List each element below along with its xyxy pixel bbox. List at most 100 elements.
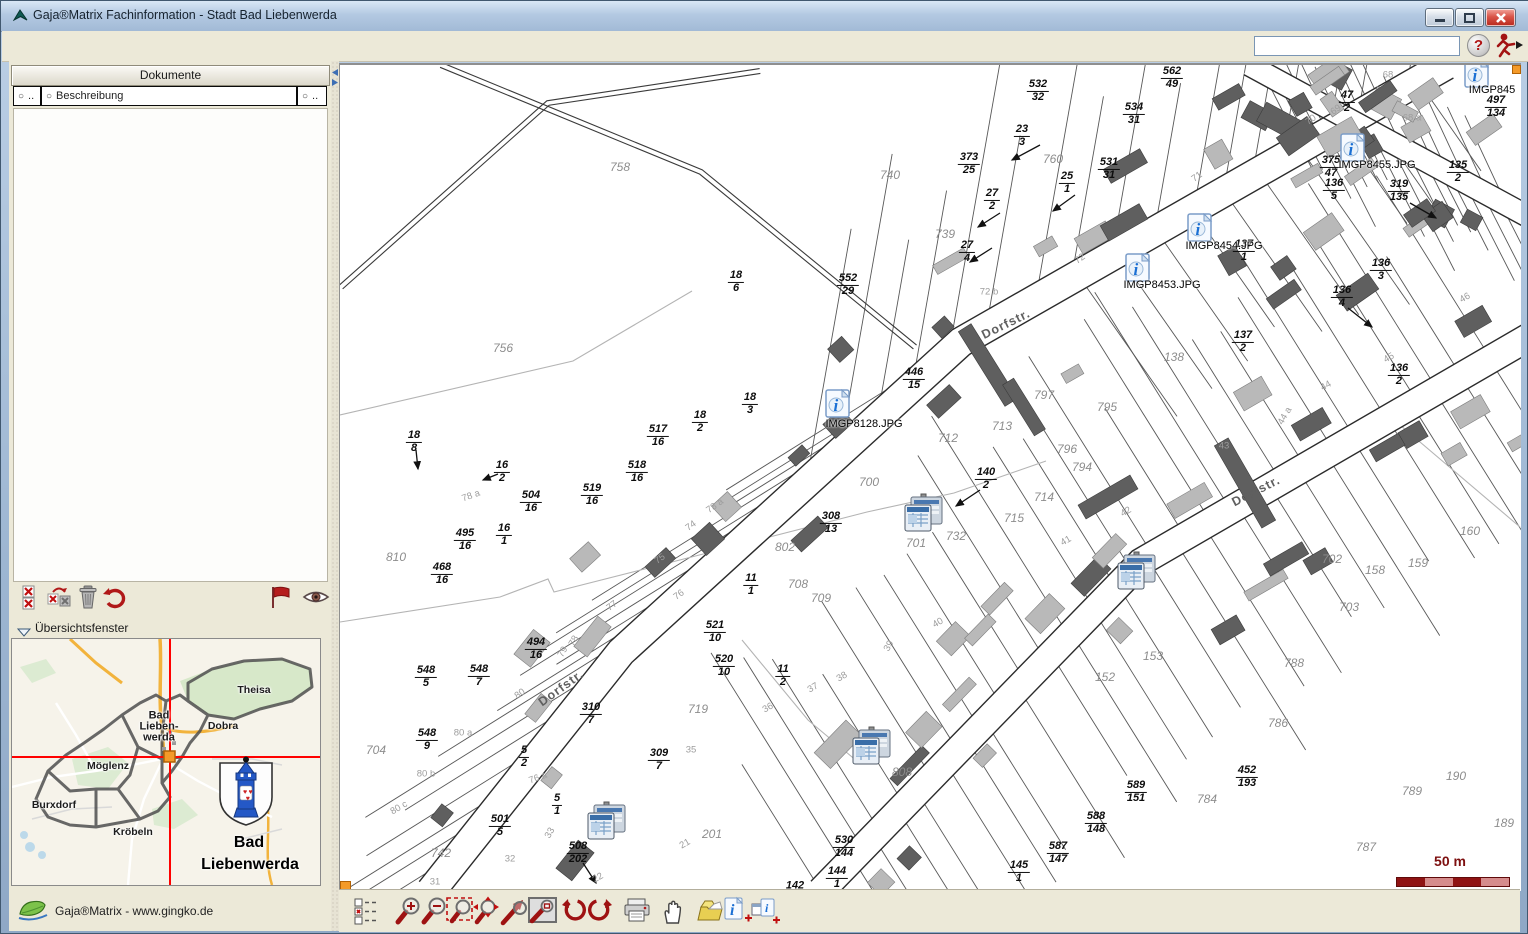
parcel-number-label: 709 bbox=[811, 591, 831, 605]
flag-button[interactable] bbox=[267, 584, 293, 610]
map-canvas[interactable]: 5323256249534312334724971343732553131251… bbox=[339, 63, 1521, 891]
toggle-marked-button[interactable] bbox=[45, 584, 71, 610]
flag-icon bbox=[267, 598, 293, 613]
parcel-number-label: 708 bbox=[788, 577, 808, 591]
parcel-number-label: 758 bbox=[610, 160, 630, 174]
parcel-number-label: 700 bbox=[859, 475, 879, 489]
building-number-label: 68 a bbox=[1403, 113, 1422, 124]
parcel-fraction-label: 53131 bbox=[1098, 157, 1120, 181]
parcel-number-label: 138 bbox=[1164, 350, 1184, 364]
overview-collapse-toggle-icon[interactable] bbox=[17, 625, 31, 636]
scalebar bbox=[1396, 877, 1510, 887]
parcel-number-label: 802 bbox=[775, 540, 795, 554]
overview-map[interactable]: ♥ ♥ ♥ TheisaBad Lieben- werdaDobraMöglen… bbox=[11, 638, 321, 886]
parcel-number-label: 742 bbox=[431, 846, 451, 860]
documents-column-col2[interactable]: ○.. bbox=[297, 86, 327, 106]
photo-filename-label: IMGP8455.JPG bbox=[1338, 159, 1415, 171]
building-number-label: 76 a bbox=[527, 770, 548, 787]
zoom-full-button[interactable] bbox=[527, 896, 557, 926]
parcel-number-label: 797 bbox=[1034, 388, 1054, 402]
photo-filename-label: IMGP8453.JPG bbox=[1123, 279, 1200, 291]
parcel-fraction-label: 49516 bbox=[454, 528, 476, 552]
titlebar[interactable]: Gaja®Matrix Fachinformation - Stadt Bad … bbox=[1, 1, 1528, 32]
parcel-fraction-label: 588148 bbox=[1085, 811, 1107, 835]
scalebar-label: 50 m bbox=[1434, 853, 1466, 869]
parcel-fraction-label: 274 bbox=[959, 240, 975, 264]
parcel-fraction-label: 1372 bbox=[1232, 330, 1254, 354]
parcel-fraction-label: 530144 bbox=[833, 835, 855, 859]
parcel-fraction-label: 272 bbox=[984, 188, 1000, 212]
status-text: Gaja®Matrix - www.gingko.de bbox=[55, 904, 213, 918]
documents-column-beschreibung[interactable]: ○ Beschreibung bbox=[41, 86, 297, 106]
parcel-number-label: 795 bbox=[1097, 400, 1117, 414]
parcel-number-label: 712 bbox=[938, 431, 958, 445]
building-number-label: 42 bbox=[1119, 505, 1134, 520]
zoom-full-icon bbox=[527, 914, 559, 929]
coat-of-arms-text-2: Liebenwerda bbox=[201, 856, 299, 874]
building-number-label: 78 bbox=[567, 634, 582, 649]
search-input[interactable] bbox=[1254, 36, 1460, 56]
document-card-icon[interactable] bbox=[1115, 551, 1159, 596]
splitter-collapse-icon[interactable] bbox=[331, 64, 339, 73]
parcel-fraction-label: 51816 bbox=[626, 460, 648, 484]
parcel-fraction-label: 52010 bbox=[713, 654, 735, 678]
view-button[interactable] bbox=[301, 584, 327, 610]
svg-text:i: i bbox=[1349, 140, 1354, 159]
parcel-fraction-label: 53232 bbox=[1027, 79, 1049, 103]
splitter-expand-icon[interactable] bbox=[331, 74, 339, 83]
delete-marked-button[interactable] bbox=[19, 584, 45, 610]
zoom-dynamic-button[interactable] bbox=[471, 896, 501, 926]
pan-button[interactable] bbox=[657, 896, 687, 926]
swap-x-icon bbox=[45, 598, 73, 613]
parcel-number-label: 160 bbox=[1460, 524, 1480, 538]
map-corner-marker-topright bbox=[1512, 65, 1521, 74]
documents-column-label: Beschreibung bbox=[56, 90, 123, 102]
documents-list[interactable] bbox=[13, 108, 328, 582]
trash-icon bbox=[75, 598, 101, 613]
documents-panel-title[interactable]: Dokumente bbox=[11, 65, 330, 86]
parcel-fraction-label: 52 bbox=[519, 745, 529, 769]
parcel-fraction-label: 186 bbox=[728, 270, 744, 294]
photo-filename-label: IMGP8454.JPG bbox=[1185, 240, 1262, 252]
add-info-window-button[interactable]: i bbox=[749, 896, 779, 926]
building-number-label: 33 bbox=[543, 826, 558, 841]
add-info-button[interactable]: i bbox=[721, 896, 751, 926]
minimize-button[interactable] bbox=[1425, 8, 1454, 27]
refresh-button[interactable] bbox=[101, 584, 127, 610]
parcel-fraction-label: 111 bbox=[743, 573, 758, 597]
zoom-dynamic-icon bbox=[471, 914, 501, 929]
parcel-number-label: 740 bbox=[880, 168, 900, 182]
svg-text:♥: ♥ bbox=[246, 796, 250, 803]
maximize-button[interactable] bbox=[1455, 8, 1484, 27]
document-card-icon[interactable] bbox=[585, 801, 629, 846]
exit-button[interactable] bbox=[1491, 32, 1527, 58]
eye-icon bbox=[301, 598, 331, 613]
parcel-fraction-label: 1352 bbox=[1447, 160, 1469, 184]
document-card-icon[interactable] bbox=[850, 726, 894, 771]
help-button[interactable]: ? bbox=[1467, 34, 1490, 57]
parcel-fraction-label: 188 bbox=[406, 430, 422, 454]
parcel-fraction-label: 5489 bbox=[416, 728, 438, 752]
parcel-number-label: 786 bbox=[1268, 716, 1288, 730]
close-button[interactable] bbox=[1485, 8, 1516, 27]
redo-view-button[interactable] bbox=[585, 896, 615, 926]
info-window-plus-icon: i bbox=[749, 914, 781, 929]
building-number-label: 41 bbox=[1059, 534, 1074, 549]
redo-arc2-icon bbox=[585, 914, 615, 929]
sidebar-splitter[interactable] bbox=[331, 61, 339, 931]
document-card-icon[interactable] bbox=[902, 493, 946, 538]
zoom-previous-button[interactable] bbox=[499, 896, 529, 926]
open-button[interactable] bbox=[693, 896, 723, 926]
documents-column-col0[interactable]: ○.. bbox=[13, 86, 41, 106]
parcel-number-label: 714 bbox=[1034, 490, 1054, 504]
building-number-label: 46 bbox=[1458, 291, 1473, 306]
photo-filename-label: IMGP845 bbox=[1469, 84, 1515, 96]
delete-button[interactable] bbox=[75, 584, 101, 610]
radio-icon: ○ bbox=[46, 91, 52, 102]
parcel-fraction-label: 233 bbox=[1014, 124, 1030, 148]
parcel-fraction-label: 37325 bbox=[958, 152, 980, 176]
parcel-number-label: 713 bbox=[992, 419, 1012, 433]
parcel-number-label: 760 bbox=[1043, 152, 1063, 166]
legend-button[interactable] bbox=[351, 896, 381, 926]
print-button[interactable] bbox=[621, 896, 651, 926]
